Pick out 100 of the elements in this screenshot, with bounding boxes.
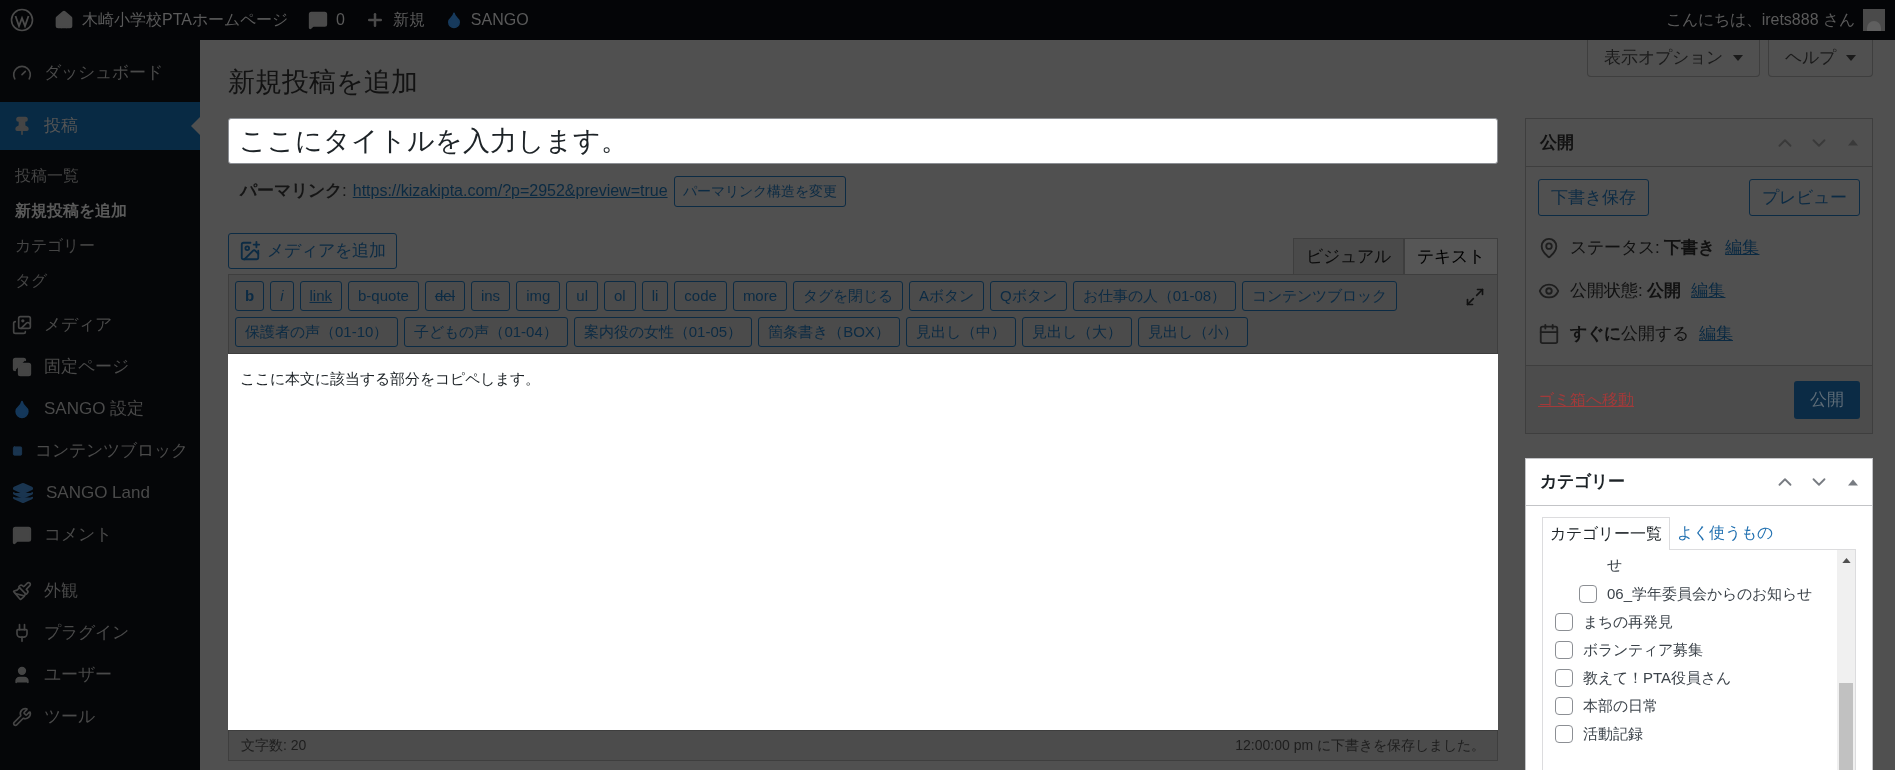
quicktag-button[interactable]: code [674, 281, 727, 311]
collapse-icon [1848, 478, 1858, 486]
media-icon [239, 240, 261, 262]
menu-item[interactable]: コンテンツブロック [0, 430, 200, 472]
droplet-icon [12, 399, 32, 419]
quicktag-button[interactable]: ol [604, 281, 636, 311]
title-field[interactable]: ここにタイトルを入力します。 [228, 118, 1498, 164]
quicktag-button[interactable]: more [732, 281, 788, 311]
category-label: 本部の日常 [1583, 696, 1658, 716]
menu-item[interactable]: メディア [0, 304, 200, 346]
checkbox[interactable] [1555, 725, 1573, 743]
category-label: 活動記録 [1583, 724, 1643, 744]
quicktag-button[interactable]: 案内役の女性（01-05） [573, 317, 753, 347]
publish-button[interactable]: 公開 [1794, 380, 1860, 419]
pages-icon [12, 357, 32, 377]
checkbox[interactable] [1555, 613, 1573, 631]
save-draft-button[interactable]: 下書き保存 [1538, 179, 1649, 216]
menu-item[interactable]: 外観 [0, 570, 200, 612]
quicktag-button[interactable]: ins [470, 281, 511, 311]
quicktag-button[interactable]: 箇条書き（BOX） [758, 317, 900, 347]
editor-tab[interactable]: ビジュアル [1293, 238, 1404, 274]
edit-link[interactable]: 編集 [1699, 320, 1733, 347]
quicktag-button[interactable]: 保護者の声（01-10） [235, 317, 399, 347]
add-media-button[interactable]: メディアを追加 [228, 233, 397, 269]
quicktag-button[interactable]: 子どもの声（01-04） [404, 317, 568, 347]
permalink-label: パーマリンク: [240, 180, 347, 203]
pin-icon [12, 116, 32, 136]
body-text: ここに本文に該当する部分をコピペします。 [240, 369, 541, 389]
quicktag-button[interactable]: del [424, 281, 465, 311]
quicktag-button[interactable]: お仕事の人（01-08） [1072, 281, 1237, 311]
quicktag-button[interactable]: i [270, 281, 294, 311]
publish-setting: すぐに公開する [1570, 322, 1689, 345]
category-label: 06_学年委員会からのお知らせ [1607, 584, 1813, 604]
menu-item[interactable]: ダッシュボード [0, 52, 200, 94]
box-title: カテゴリー [1540, 471, 1625, 494]
edit-link[interactable]: 編集 [1691, 277, 1726, 304]
checkbox[interactable] [1555, 641, 1573, 659]
quicktag-button[interactable]: 見出し（中） [905, 317, 1016, 347]
change-permalink-button[interactable]: パーマリンク構造を変更 [673, 175, 846, 207]
admin-bar-link[interactable]: 木崎小学校PTAホームページ [54, 8, 288, 32]
category-label: ボランティア募集 [1583, 640, 1703, 660]
quicktag-button[interactable]: li [641, 281, 669, 311]
menu-item[interactable]: ツール [0, 696, 200, 738]
category-tab[interactable]: カテゴリー一覧 [1542, 517, 1670, 550]
submenu-item[interactable]: タグ [0, 263, 200, 298]
user-icon [12, 665, 32, 685]
calendar-icon [1538, 322, 1560, 345]
publish-setting: ステータス: 下書き [1570, 236, 1716, 259]
quicktag-button[interactable]: Aボタン [909, 281, 985, 311]
menu-item[interactable]: コメント [0, 514, 200, 556]
images-icon [12, 315, 32, 335]
admin-bar-link[interactable]: 0 [307, 8, 345, 32]
admin-bar-link[interactable]: 新規 [364, 8, 425, 32]
checkbox[interactable] [1579, 585, 1597, 603]
scroll-up-icon [1841, 558, 1851, 563]
menu-item[interactable]: SANGO 設定 [0, 388, 200, 430]
greeting-text[interactable]: こんにちは、irets888 さん [1665, 8, 1855, 32]
box-title: 公開 [1540, 131, 1574, 154]
quicktag-button[interactable]: b-quote [348, 281, 419, 311]
quicktag-button[interactable]: Qボタン [990, 281, 1067, 311]
submenu-item[interactable]: 新規投稿を追加 [0, 193, 200, 228]
pin-icon [1538, 236, 1560, 259]
checkbox[interactable] [1555, 669, 1573, 687]
home-icon [54, 10, 74, 30]
fullscreen-icon[interactable] [1465, 287, 1485, 307]
editor-tab[interactable]: テキスト [1404, 238, 1498, 274]
quicktag-button[interactable]: コンテンツブロック [1242, 281, 1398, 311]
submenu-item[interactable]: カテゴリー [0, 228, 200, 263]
quicktag-button[interactable]: link [299, 281, 343, 311]
menu-item[interactable]: プラグイン [0, 612, 200, 654]
menu-item[interactable]: 投稿 [0, 102, 200, 150]
page-title: 新規投稿を追加 [228, 66, 418, 99]
category-tab[interactable]: よく使うもの [1670, 516, 1780, 549]
gauge-icon [12, 63, 32, 83]
quicktag-button[interactable]: b [235, 281, 265, 311]
comment-icon [12, 525, 32, 545]
menu-item[interactable]: 固定ページ [0, 346, 200, 388]
caret-icon [1733, 55, 1743, 61]
menu-item[interactable]: ユーザー [0, 654, 200, 696]
preview-button[interactable]: プレビュー [1749, 179, 1860, 216]
admin-bar-link[interactable]: SANGO [444, 8, 529, 32]
wordpress-logo-icon[interactable] [10, 8, 34, 32]
checkbox[interactable] [1555, 697, 1573, 715]
layers-icon [12, 482, 34, 504]
permalink-link[interactable]: https://kizakipta.com/?p=2952&preview=true [352, 179, 668, 203]
edit-link[interactable]: 編集 [1725, 234, 1760, 261]
editor-area[interactable]: ここに本文に該当する部分をコピペします。 [228, 354, 1498, 730]
caret-icon [1846, 55, 1856, 61]
menu-item[interactable]: SANGO Land [0, 472, 200, 514]
trash-link[interactable]: ゴミ箱へ移動 [1538, 387, 1634, 412]
quicktag-button[interactable]: img [516, 281, 561, 311]
quicktag-button[interactable]: ul [566, 281, 598, 311]
paintbrush-icon [12, 581, 32, 601]
category-label: 教えて！PTA役員さん [1583, 668, 1732, 688]
quicktag-button[interactable]: 見出し（大） [1021, 317, 1132, 347]
quicktag-button[interactable]: タグを閉じる [793, 281, 904, 311]
current-menu-pointer [191, 117, 200, 135]
scrollbar[interactable] [1837, 550, 1855, 770]
quicktag-button[interactable]: 見出し（小） [1137, 317, 1248, 347]
category-label: まちの再発見 [1583, 612, 1673, 632]
